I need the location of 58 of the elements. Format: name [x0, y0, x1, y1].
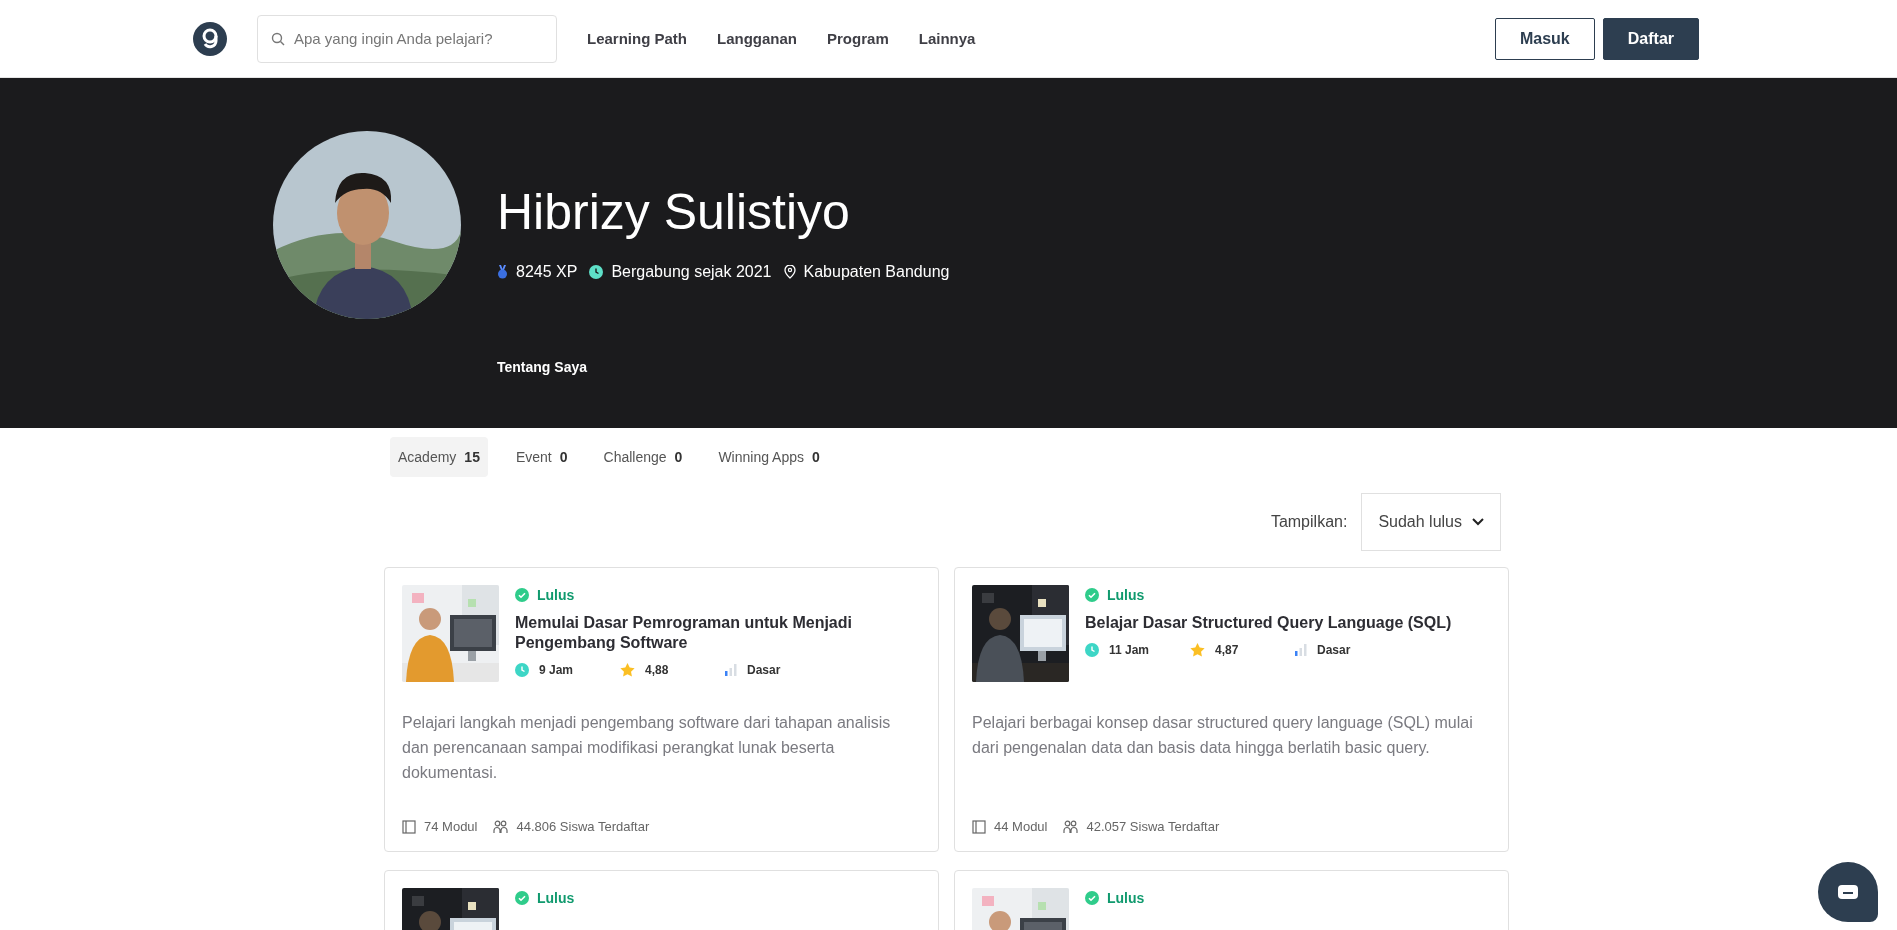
course-description: Pelajari berbagai konsep dasar structured query language (SQL) mulai dari pengenalan data dan basis data hingga berlatih basic query.: [972, 713, 1474, 758]
register-button[interactable]: Daftar: [1602, 17, 1699, 60]
module-count: 74 Modul: [424, 819, 478, 834]
check-circle-icon: [515, 891, 529, 905]
check-circle-icon: [1085, 588, 1099, 602]
filter-dropdown[interactable]: Sudah lulus: [1361, 493, 1501, 551]
status-label: Lulus: [537, 890, 575, 906]
medal-icon: [497, 265, 508, 279]
course-description: Pelajari langkah menjadi pengembang software dari tahapan analisis dan perencanaan sampai modifikasi perangkat lunak beserta dokumentasi.: [402, 713, 892, 783]
module-count: 44 Modul: [994, 819, 1048, 834]
student-count: 42.057 Siswa Terdaftar: [1086, 819, 1220, 834]
nav-link[interactable]: Program: [827, 30, 889, 47]
status-label: Lulus: [1107, 587, 1145, 603]
users-icon: [1063, 819, 1079, 834]
login-button[interactable]: Masuk: [1494, 17, 1595, 60]
chat-icon: [1837, 884, 1859, 900]
logo-icon[interactable]: [193, 21, 227, 56]
level-text: Dasar: [747, 663, 781, 677]
tab[interactable]: Winning Apps 0: [710, 437, 828, 477]
status-label: Lulus: [537, 587, 575, 603]
xp-text: 8245 XP: [516, 263, 578, 281]
clock-icon: [515, 663, 529, 677]
book-icon: [402, 819, 416, 834]
section-heading: Tentang Saya: [497, 359, 588, 375]
joined-text: Bergabung sejak 2021: [611, 263, 772, 281]
course-title[interactable]: Memulai Dasar Pemrograman untuk Menjadi Pengembang Software: [515, 613, 921, 653]
profile-name: Hibrizy Sulistiyo: [497, 183, 851, 241]
users-icon: [493, 819, 509, 834]
tab[interactable]: Challenge 0: [595, 437, 691, 477]
nav-link[interactable]: Learning Path: [587, 30, 687, 47]
rating-text: 4,88: [645, 663, 669, 677]
student-count: 44.806 Siswa Terdaftar: [516, 819, 650, 834]
duration-text: 9 Jam: [539, 663, 574, 677]
nav-link[interactable]: Langganan: [717, 30, 798, 47]
signal-bars-icon: [1295, 644, 1307, 656]
chat-button[interactable]: [1818, 862, 1878, 922]
check-circle-icon: [515, 588, 529, 602]
location-text: Kabupaten Bandung: [803, 263, 950, 281]
duration-text: 11 Jam: [1109, 643, 1150, 657]
star-icon: [620, 663, 635, 677]
clock-icon: [1085, 643, 1099, 657]
status-label: Lulus: [1107, 890, 1145, 906]
tab[interactable]: Event 0: [507, 437, 576, 477]
check-circle-icon: [1085, 891, 1099, 905]
nav-link[interactable]: Lainnya: [918, 30, 976, 47]
location-pin-icon: [783, 265, 796, 279]
star-icon: [1190, 643, 1205, 657]
level-text: Dasar: [1317, 643, 1351, 657]
course-title[interactable]: Belajar Dasar Structured Query Language (SQL): [1085, 613, 1452, 633]
filter-label: Tampilkan:: [1270, 513, 1348, 531]
search-field[interactable]: Apa yang ingin Anda pelajari?: [257, 14, 557, 63]
tab[interactable]: Academy 15: [390, 437, 488, 477]
chevron-down-icon: [1472, 518, 1484, 526]
search-icon: [271, 31, 285, 46]
clock-icon: [589, 265, 604, 279]
book-icon: [972, 819, 986, 834]
rating-text: 4,87: [1215, 643, 1239, 657]
signal-bars-icon: [725, 664, 737, 676]
